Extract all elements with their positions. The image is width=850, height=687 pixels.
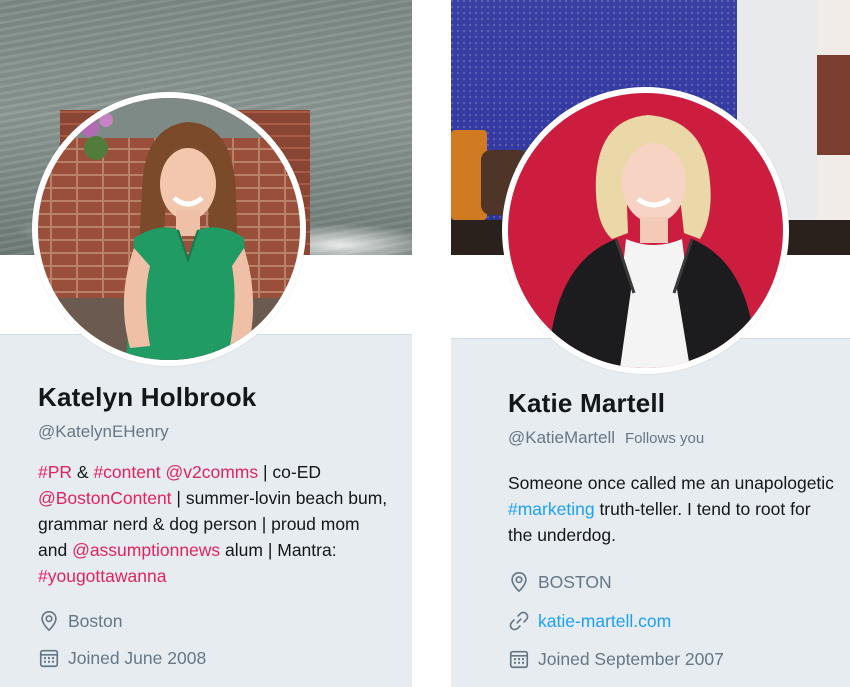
avatar[interactable]	[502, 87, 789, 374]
follows-you-badge: Follows you	[625, 430, 705, 447]
joined-text: Joined June 2008	[68, 647, 207, 668]
profile-handle[interactable]: @KatieMartell	[508, 428, 615, 447]
bio-link[interactable]: #content	[93, 462, 160, 482]
bio-link[interactable]: @BostonContent	[38, 488, 172, 508]
profile-bio: Someone once called me an unapologetic #…	[508, 470, 838, 548]
profile-joined: Joined September 2007	[508, 648, 724, 670]
link-icon	[509, 611, 529, 631]
avatar-photo-illustration	[38, 98, 300, 360]
bio-link[interactable]: @v2comms	[165, 462, 258, 482]
calendar-icon	[39, 649, 59, 668]
location-pin-icon	[511, 572, 527, 593]
avatar[interactable]	[32, 92, 306, 366]
bio-link[interactable]: @assumptionnews	[72, 540, 220, 560]
banner-chair	[817, 55, 850, 155]
avatar-photo	[38, 98, 300, 360]
bio-link[interactable]: #yougottawanna	[38, 566, 166, 586]
avatar-photo-illustration	[508, 93, 783, 368]
profile-location: Boston	[38, 610, 122, 632]
bio-text: | co-ED	[258, 462, 321, 482]
website-link[interactable]: katie-martell.com	[538, 611, 671, 632]
location-text: BOSTON	[538, 571, 612, 592]
profile-joined: Joined June 2008	[38, 647, 206, 669]
joined-text: Joined September 2007	[538, 648, 724, 669]
bio-link[interactable]: #PR	[38, 462, 72, 482]
profile-bio: #PR & #content @v2comms | co-ED @BostonC…	[38, 459, 388, 589]
location-text: Boston	[68, 610, 123, 631]
profile-handle-row: @KatieMartell Follows you	[508, 428, 704, 448]
profile-card-katelyn: Katelyn Holbrook @KatelynEHenry #PR & #c…	[0, 0, 412, 687]
profile-handle[interactable]: @KatelynEHenry	[38, 422, 169, 442]
avatar-photo	[508, 93, 783, 368]
bio-text: &	[72, 462, 94, 482]
profile-name[interactable]: Katelyn Holbrook	[38, 382, 256, 413]
location-pin-icon	[41, 611, 57, 632]
bio-text: alum | Mantra:	[220, 540, 337, 560]
profile-location: BOSTON	[508, 571, 612, 593]
bio-text: Someone once called me an unapologetic	[508, 473, 834, 493]
bio-link[interactable]: #marketing	[508, 499, 595, 519]
profile-website: katie-martell.com	[508, 610, 671, 632]
profile-card-katie: Katie Martell @KatieMartell Follows you S…	[451, 0, 850, 687]
profile-name[interactable]: Katie Martell	[508, 388, 665, 419]
calendar-icon	[509, 650, 529, 669]
